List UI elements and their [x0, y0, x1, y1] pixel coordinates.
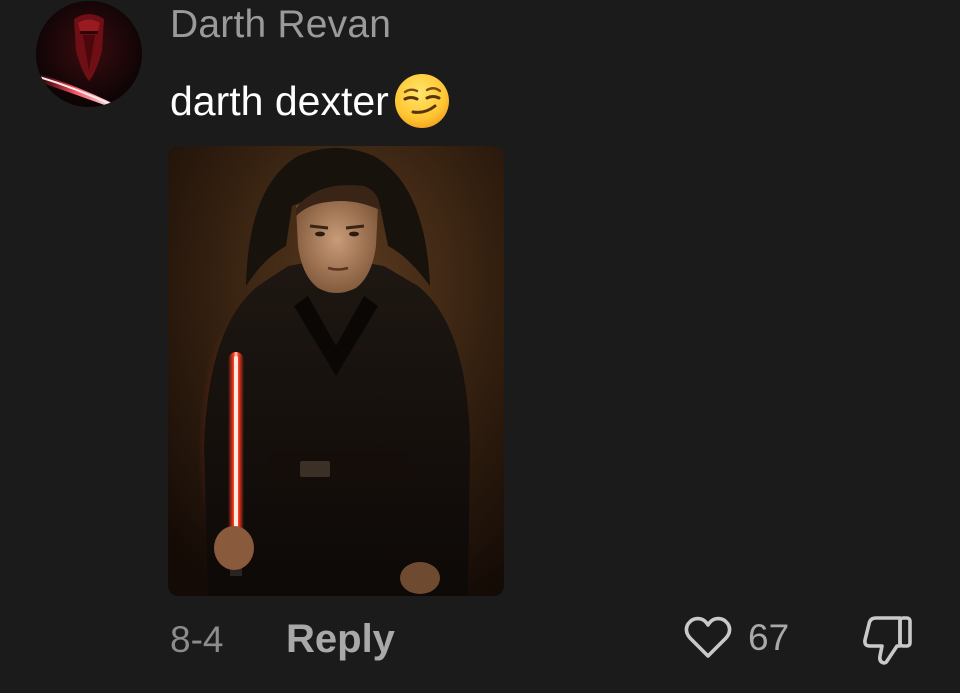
like-count: 67 — [748, 617, 790, 658]
heart-outline-icon[interactable] — [682, 612, 734, 664]
avatar[interactable] — [36, 1, 142, 107]
comment-item: Darth Revan darth dexter 8-4 Reply 67 — [0, 0, 960, 693]
comment-text: darth dexter — [170, 72, 451, 130]
dislike-button[interactable] — [860, 610, 916, 668]
comment-body: darth dexter — [170, 78, 389, 124]
smirking-face-emoji-icon — [393, 72, 451, 130]
username[interactable]: Darth Revan — [170, 2, 391, 48]
thumbs-down-icon[interactable] — [860, 610, 916, 668]
comment-attached-image[interactable] — [168, 146, 504, 596]
reply-button[interactable]: Reply — [286, 616, 395, 662]
comment-date: 8-4 — [170, 619, 224, 660]
avatar-image — [36, 1, 142, 107]
like-button[interactable]: 67 — [682, 612, 789, 664]
